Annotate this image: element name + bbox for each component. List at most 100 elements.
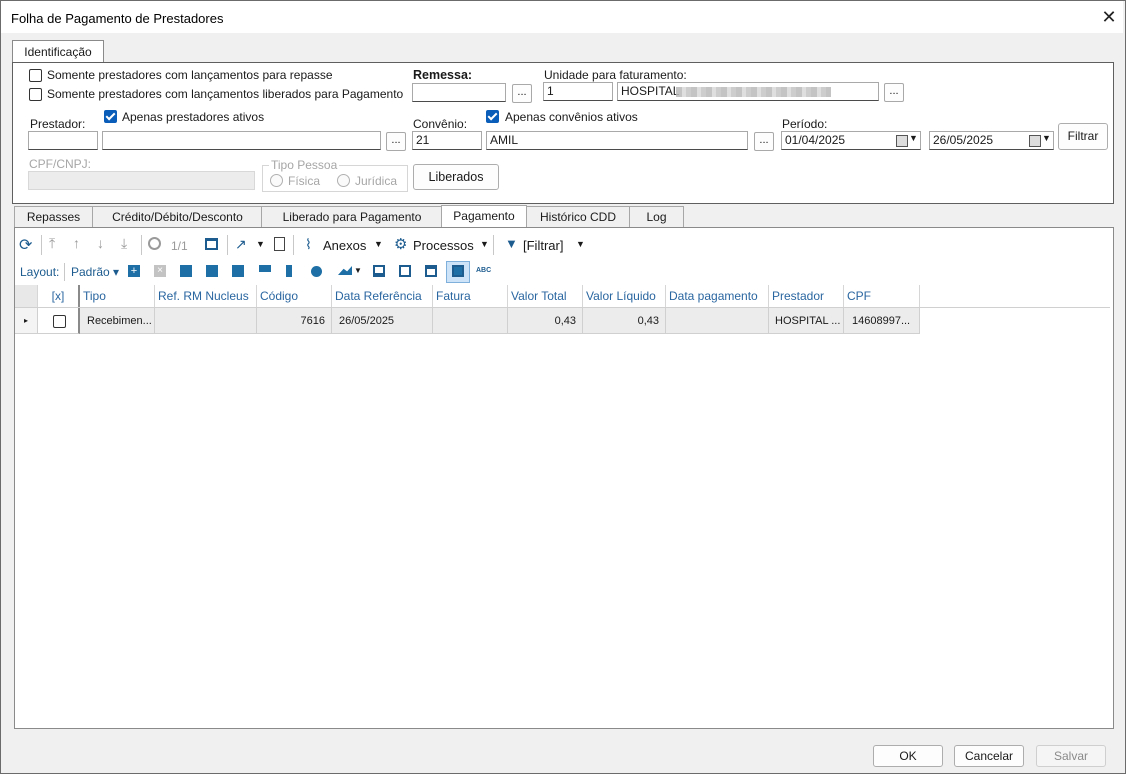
column-header-cpf[interactable]: CPF (844, 285, 920, 307)
color-icon[interactable] (311, 266, 322, 277)
chevron-down-icon[interactable]: ▼ (354, 266, 362, 275)
column-header-valor-liquido[interactable]: Valor Líquido (583, 285, 666, 307)
radio-fisica[interactable] (270, 174, 283, 187)
collapse-icon[interactable] (232, 265, 244, 277)
expand-icon[interactable] (206, 265, 218, 277)
cell-ref[interactable] (155, 308, 257, 334)
band-icon[interactable] (452, 265, 464, 277)
remessa-input[interactable] (412, 83, 506, 102)
prestador-lookup-button[interactable]: ... (386, 132, 406, 151)
close-icon[interactable]: ✕ (1099, 7, 1119, 27)
add-layout-icon[interactable]: + (128, 265, 140, 277)
column-header-data-ref[interactable]: Data Referência (332, 285, 433, 307)
checkbox-prestadores-ativos[interactable] (104, 110, 117, 123)
column-header-data-pagamento[interactable]: Data pagamento (666, 285, 769, 307)
prestador-name-input[interactable] (102, 131, 381, 150)
radio-fisica-label: Física (288, 174, 321, 188)
refresh-icon[interactable]: ⟳ (19, 235, 32, 255)
ok-button[interactable]: OK (873, 745, 943, 767)
move-first-icon[interactable]: ⤒ (49, 235, 55, 252)
chevron-down-icon[interactable]: ▼ (374, 239, 383, 249)
column-header-select[interactable]: [x] (38, 285, 80, 307)
column-header-prestador[interactable]: Prestador (769, 285, 844, 307)
cell-fatura[interactable] (433, 308, 508, 334)
wrap-icon[interactable] (180, 265, 192, 277)
row-expand-icon[interactable]: ▸ (15, 308, 38, 334)
prestador-code-input[interactable] (28, 131, 98, 150)
checkbox-repasse[interactable] (29, 69, 42, 82)
row-select-cell[interactable] (38, 308, 80, 334)
processos-button[interactable]: Processos (413, 238, 474, 253)
cell-prestador[interactable]: HOSPITAL ... (769, 308, 844, 334)
anexos-button[interactable]: Anexos (323, 238, 366, 253)
convenio-name-input[interactable]: AMIL (486, 131, 748, 150)
unidade-lookup-button[interactable]: ... (884, 83, 904, 102)
checkbox-prestadores-ativos-label: Apenas prestadores ativos (122, 110, 265, 124)
remessa-lookup-button[interactable]: ... (512, 84, 532, 103)
column-header-tipo[interactable]: Tipo (80, 285, 155, 307)
periodo-end-value: 26/05/2025 (933, 133, 994, 147)
calendar-icon[interactable] (896, 135, 908, 147)
checkbox-convenios-ativos[interactable] (486, 110, 499, 123)
move-up-icon[interactable]: ↑ (73, 235, 80, 251)
liberados-button[interactable]: Liberados (413, 164, 499, 190)
tab-repasses[interactable]: Repasses (14, 206, 93, 228)
filter-icon[interactable]: ▼ (505, 236, 518, 251)
group-row-icon[interactable] (399, 265, 411, 277)
cell-codigo[interactable]: 7616 (257, 308, 332, 334)
chevron-down-icon[interactable]: ▼ (480, 239, 489, 249)
chevron-down-icon[interactable]: ▼ (1042, 133, 1051, 143)
calendar-icon[interactable] (1029, 135, 1041, 147)
column-header-valor-total[interactable]: Valor Total (508, 285, 583, 307)
column-header-fatura[interactable]: Fatura (433, 285, 508, 307)
document-icon[interactable] (274, 237, 285, 251)
pin-icon[interactable] (286, 265, 292, 277)
cell-data-ref[interactable]: 26/05/2025 (332, 308, 433, 334)
tab-log[interactable]: Log (629, 206, 684, 228)
column-header-ref[interactable]: Ref. RM Nucleus (155, 285, 257, 307)
filtrar-button[interactable]: Filtrar (1058, 123, 1108, 150)
spellcheck-icon[interactable]: ABC (476, 267, 491, 274)
search-icon[interactable] (148, 237, 161, 250)
convenio-code-input[interactable]: 21 (412, 131, 482, 150)
cell-data-pagamento[interactable] (666, 308, 769, 334)
radio-juridica[interactable] (337, 174, 350, 187)
checkbox-repasse-label: Somente prestadores com lançamentos para… (47, 68, 333, 82)
filtrar-menu-button[interactable]: [Filtrar] (523, 238, 563, 253)
chevron-down-icon[interactable]: ▼ (909, 133, 918, 143)
periodo-start-value: 01/04/2025 (785, 133, 846, 147)
tab-liberado-pagamento[interactable]: Liberado para Pagamento (261, 206, 443, 228)
cell-valor-liquido[interactable]: 0,43 (583, 308, 666, 334)
header-row-icon[interactable] (425, 265, 437, 277)
footer-row-icon[interactable] (373, 265, 385, 277)
unidade-code-input[interactable]: 1 (543, 82, 613, 101)
chevron-down-icon[interactable]: ▼ (576, 239, 585, 249)
export-icon[interactable]: ↗ (235, 236, 247, 253)
tab-identificacao[interactable]: Identificação (12, 40, 104, 63)
move-down-icon[interactable]: ↓ (97, 235, 104, 251)
row-select-checkbox[interactable] (53, 315, 66, 328)
cell-tipo[interactable]: Recebimen... (80, 308, 155, 334)
cell-cpf[interactable]: 14608997... (844, 308, 920, 334)
save-button[interactable]: Salvar (1036, 745, 1106, 767)
tab-historico-cdd[interactable]: Histórico CDD (526, 206, 630, 228)
cpf-input[interactable] (28, 171, 255, 190)
column-header-codigo[interactable]: Código (257, 285, 332, 307)
tab-credito-debito[interactable]: Crédito/Débito/Desconto (92, 206, 263, 228)
convenio-label: Convênio: (413, 117, 468, 131)
move-last-icon[interactable]: ⤓ (121, 235, 127, 252)
delete-layout-icon[interactable]: × (154, 265, 166, 277)
cell-valor-total[interactable]: 0,43 (508, 308, 583, 334)
checkbox-liberados[interactable] (29, 88, 42, 101)
convenio-lookup-button[interactable]: ... (754, 132, 774, 151)
gear-icon[interactable]: ⚙ (394, 235, 407, 253)
chevron-down-icon[interactable]: ▼ (256, 239, 265, 249)
remessa-label: Remessa: (413, 68, 473, 82)
cancel-button[interactable]: Cancelar (954, 745, 1024, 767)
paperclip-icon[interactable]: ⌇ (305, 236, 312, 253)
cpf-label: CPF/CNPJ: (29, 157, 92, 171)
columns-icon[interactable] (205, 238, 218, 250)
tab-pagamento[interactable]: Pagamento (441, 205, 527, 229)
paint-icon[interactable] (259, 265, 271, 272)
layout-dropdown[interactable]: Padrão ▾ (71, 265, 119, 279)
